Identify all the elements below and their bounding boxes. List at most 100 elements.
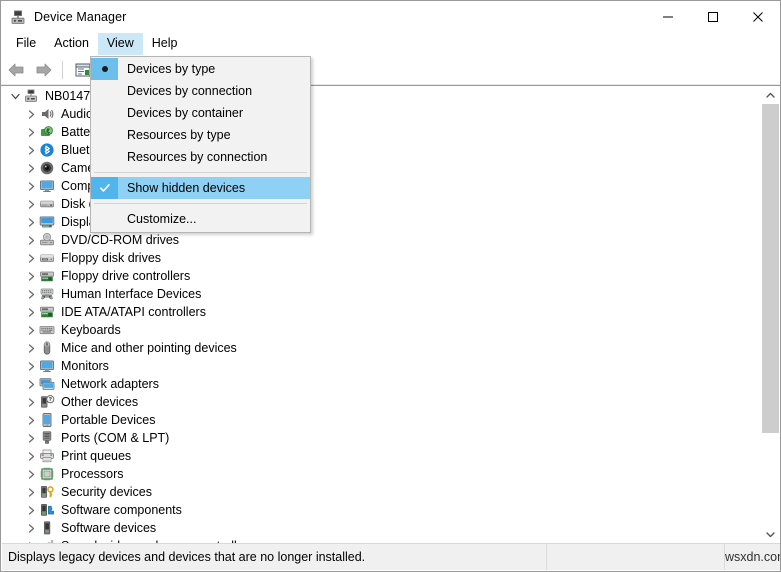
menu-option-devices-by-connection[interactable]: Devices by connection (91, 80, 310, 102)
menu-option-resources-by-type[interactable]: Resources by type (91, 124, 310, 146)
chevron-right-icon[interactable] (23, 321, 39, 339)
menu-option-devices-by-type[interactable]: Devices by type (91, 58, 310, 80)
menu-option-customize[interactable]: Customize... (91, 208, 310, 230)
chevron-right-icon[interactable] (23, 465, 39, 483)
monitor-icon (39, 178, 55, 194)
computer-icon (23, 88, 39, 104)
tree-item-label: Portable Devices (61, 413, 156, 427)
menu-option-devices-by-container[interactable]: Devices by container (91, 102, 310, 124)
chevron-down-icon (766, 532, 775, 538)
chevron-right-icon[interactable] (23, 195, 39, 213)
menu-view[interactable]: View (97, 33, 143, 55)
chevron-right-icon[interactable] (23, 123, 39, 141)
menu-option-show-hidden-devices[interactable]: Show hidden devices (91, 177, 310, 199)
tree-vertical-scrollbar[interactable] (761, 87, 779, 543)
chevron-right-icon[interactable] (23, 357, 39, 375)
dvd-icon (39, 232, 55, 248)
minimize-button[interactable] (645, 1, 690, 32)
radio-selected-icon (91, 58, 118, 80)
maximize-button[interactable] (690, 1, 735, 32)
scrollbar-thumb[interactable] (762, 104, 779, 434)
menu-gutter-empty (91, 146, 118, 168)
bluetooth-icon (39, 142, 55, 158)
tree-item-floppy-disk-drives[interactable]: Floppy disk drives (2, 249, 764, 267)
view-dropdown-menu[interactable]: Devices by type Devices by connection Devi… (90, 56, 311, 233)
tree-item-label: Software components (61, 503, 182, 517)
scroll-up-button[interactable] (762, 87, 779, 104)
menu-gutter-empty (91, 124, 118, 146)
floppy-disk-icon (39, 250, 55, 266)
chevron-right-icon[interactable] (23, 249, 39, 267)
tree-item-floppy-drive-controllers[interactable]: Floppy drive controllers (2, 267, 764, 285)
menu-option-label: Devices by type (127, 62, 216, 76)
floppy-controller-icon (39, 268, 55, 284)
chevron-right-icon[interactable] (23, 303, 39, 321)
forward-button[interactable] (31, 58, 57, 82)
chevron-right-icon[interactable] (23, 213, 39, 231)
tree-item-label: DVD/CD-ROM drives (61, 233, 180, 247)
tree-item-software-components[interactable]: Software components (2, 501, 764, 519)
menu-option-label: Devices by container (127, 106, 244, 120)
chevron-right-icon[interactable] (23, 105, 39, 123)
chevron-right-icon[interactable] (23, 267, 39, 285)
device-manager-window: Device Manager File Action View Help NB0… (0, 0, 781, 572)
tree-item-print-queues[interactable]: Print queues (2, 447, 764, 465)
chevron-right-icon[interactable] (23, 177, 39, 195)
chevron-right-icon[interactable] (23, 231, 39, 249)
tree-item-keyboards[interactable]: Keyboards (2, 321, 764, 339)
scroll-down-button[interactable] (762, 526, 779, 543)
tree-item-label: Processors (61, 467, 124, 481)
chevron-up-icon (766, 92, 775, 98)
portable-device-icon (39, 412, 55, 428)
close-button[interactable] (735, 1, 780, 32)
tree-item-software-devices[interactable]: Software devices (2, 519, 764, 537)
menu-option-label: Customize... (127, 212, 197, 226)
chevron-right-icon[interactable] (23, 411, 39, 429)
tree-item-security-devices[interactable]: Security devices (2, 483, 764, 501)
software-device-icon (39, 520, 55, 536)
chevron-right-icon[interactable] (23, 483, 39, 501)
monitor-icon (39, 358, 55, 374)
menu-action[interactable]: Action (45, 33, 98, 55)
chevron-right-icon[interactable] (23, 141, 39, 159)
tree-item-ports-com-lpt[interactable]: Ports (COM & LPT) (2, 429, 764, 447)
tree-item-dvd-cd-rom-drives[interactable]: DVD/CD-ROM drives (2, 231, 764, 249)
minimize-icon (662, 16, 673, 17)
security-key-icon (39, 484, 55, 500)
tree-item-processors[interactable]: Processors (2, 465, 764, 483)
status-bar: Displays legacy devices and devices that… (2, 543, 780, 570)
chevron-right-icon[interactable] (23, 159, 39, 177)
menu-file[interactable]: File (7, 33, 45, 55)
menu-help[interactable]: Help (143, 33, 187, 55)
chevron-right-icon[interactable] (23, 375, 39, 393)
gamepad-icon (39, 286, 55, 302)
tree-item-portable-devices[interactable]: Portable Devices (2, 411, 764, 429)
unknown-device-icon: ? (39, 394, 55, 410)
maximize-icon (707, 11, 718, 22)
chevron-right-icon[interactable] (23, 501, 39, 519)
tree-item-other-devices[interactable]: ? Other devices (2, 393, 764, 411)
chevron-right-icon[interactable] (23, 519, 39, 537)
tree-item-mice-and-other-pointing-devices[interactable]: Mice and other pointing devices (2, 339, 764, 357)
chevron-down-icon[interactable] (7, 87, 23, 105)
tree-item-label: Floppy disk drives (61, 251, 162, 265)
tree-item-human-interface-devices[interactable]: Human Interface Devices (2, 285, 764, 303)
chevron-right-icon[interactable] (23, 285, 39, 303)
scrollbar-track[interactable] (762, 104, 779, 526)
back-arrow-icon (8, 63, 24, 77)
tree-item-network-adapters[interactable]: Network adapters (2, 375, 764, 393)
tree-item-ide-ata-atapi-controllers[interactable]: IDE ATA/ATAPI controllers (2, 303, 764, 321)
menu-bar: File Action View Help (1, 32, 780, 56)
back-button[interactable] (3, 58, 29, 82)
chevron-right-icon[interactable] (23, 393, 39, 411)
chevron-right-icon[interactable] (23, 447, 39, 465)
view-menu-items: Devices by type Devices by connection Devi… (91, 58, 310, 230)
processor-icon (39, 466, 55, 482)
mouse-icon (39, 340, 55, 356)
menu-option-resources-by-connection[interactable]: Resources by connection (91, 146, 310, 168)
chevron-right-icon[interactable] (23, 339, 39, 357)
tree-item-label: Keyboards (61, 323, 121, 337)
tree-item-label: Ports (COM & LPT) (61, 431, 170, 445)
tree-item-monitors[interactable]: Monitors (2, 357, 764, 375)
chevron-right-icon[interactable] (23, 429, 39, 447)
